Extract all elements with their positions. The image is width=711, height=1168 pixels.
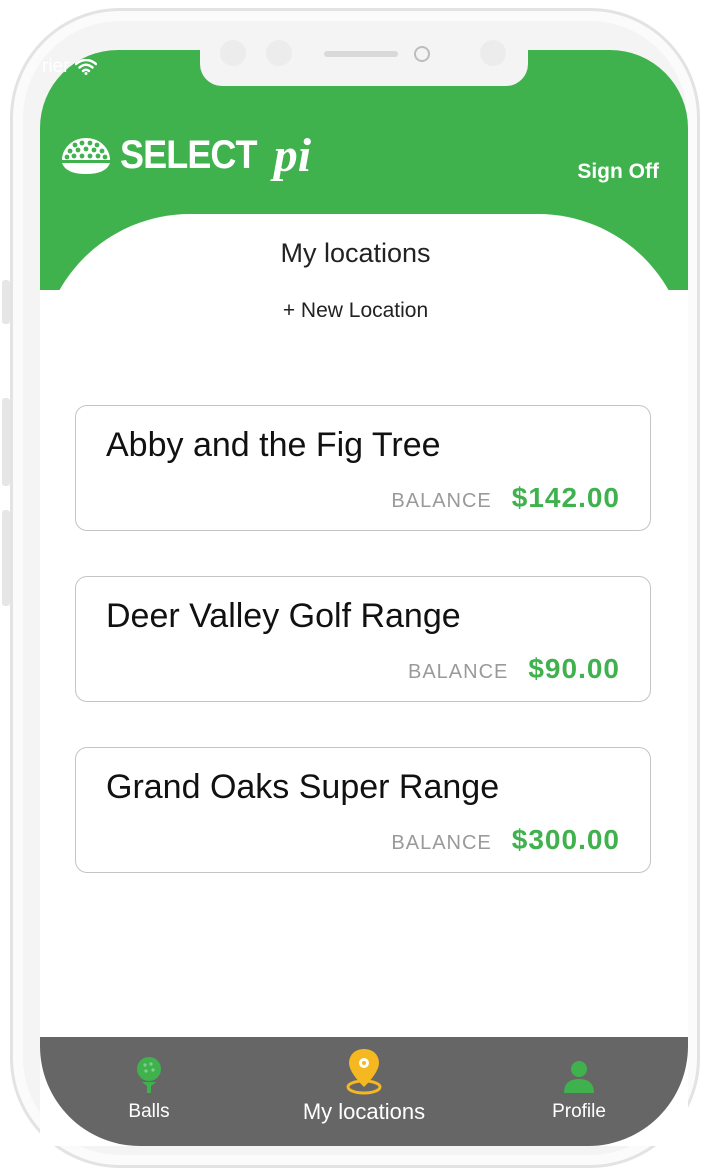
tab-label: Profile <box>552 1101 606 1122</box>
camera <box>414 46 430 62</box>
new-location-button[interactable]: + New Location <box>0 299 711 323</box>
location-card[interactable]: Deer Valley Golf Range BALANCE $90.00 <box>75 576 651 702</box>
sensor-dot <box>266 40 292 66</box>
balance-value: $300.00 <box>511 824 620 855</box>
tab-balls[interactable]: Balls <box>104 1037 194 1146</box>
balance-value: $142.00 <box>511 482 620 513</box>
tab-label: Balls <box>128 1101 170 1122</box>
balance-label: BALANCE <box>407 661 509 683</box>
speaker <box>324 51 398 57</box>
phone-side-button <box>2 510 10 606</box>
person-icon <box>564 1061 594 1093</box>
app-logo: SELECT pi <box>58 128 311 183</box>
wifi-icon <box>75 59 98 75</box>
golf-ball-on-tee-icon <box>137 1057 161 1093</box>
logo-suffix: pi <box>273 129 312 182</box>
phone-side-button <box>2 398 10 486</box>
carrier-label: rier <box>42 56 70 77</box>
balance-label: BALANCE <box>391 832 492 854</box>
phone-notch <box>200 24 528 86</box>
location-name: Grand Oaks Super Range <box>106 768 500 806</box>
sign-off-button[interactable]: Sign Off <box>577 160 659 184</box>
sensor-dot <box>480 40 506 66</box>
logo-wordmark: SELECT <box>120 133 258 177</box>
balance-value: $90.00 <box>528 653 620 684</box>
tab-label: My locations <box>302 1099 426 1124</box>
tab-my-locations[interactable]: My locations <box>284 1037 444 1146</box>
location-pin-icon <box>346 1049 382 1095</box>
location-card[interactable]: Abby and the Fig Tree BALANCE $142.00 <box>75 405 651 531</box>
balance-row: BALANCE $142.00 <box>391 482 620 514</box>
tab-profile[interactable]: Profile <box>534 1037 624 1146</box>
location-name: Deer Valley Golf Range <box>106 597 461 635</box>
location-name: Abby and the Fig Tree <box>106 426 441 464</box>
location-card[interactable]: Grand Oaks Super Range BALANCE $300.00 <box>75 747 651 873</box>
balance-row: BALANCE $300.00 <box>391 824 620 856</box>
sensor-dot <box>220 40 246 66</box>
page-title: My locations <box>280 238 431 268</box>
bottom-tab-bar: Balls My locations Profile <box>40 1037 688 1146</box>
balance-row: BALANCE $90.00 <box>408 653 620 685</box>
status-bar-left: rier <box>42 56 98 78</box>
golf-ball-logo-icon <box>62 137 110 174</box>
balance-label: BALANCE <box>391 490 492 512</box>
